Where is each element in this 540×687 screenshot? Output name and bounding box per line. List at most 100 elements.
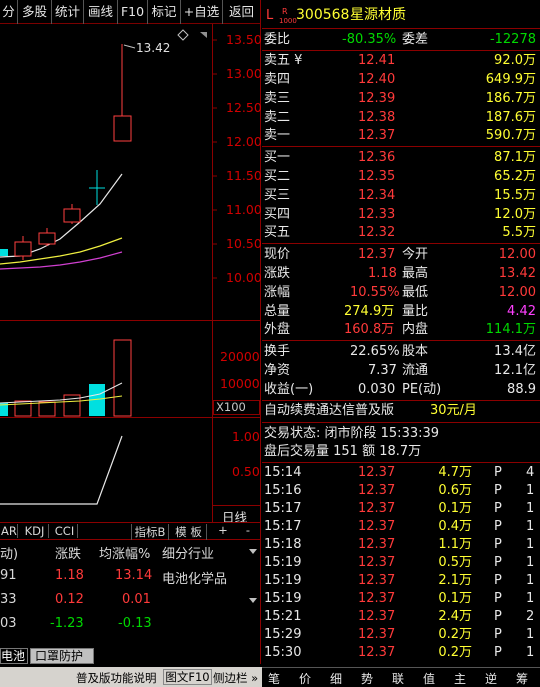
bid-row[interactable]: 买五 12.32 5.5万 xyxy=(262,223,540,242)
candlestick-chart[interactable]: 13.42 xyxy=(0,24,212,318)
count: 1 xyxy=(526,591,535,606)
value: 88.9 xyxy=(507,382,536,397)
time: 15:16 xyxy=(264,483,302,498)
tab-reverse[interactable]: 逆 xyxy=(485,670,497,687)
volume: 87.1万 xyxy=(494,150,536,165)
cell: 1.18 xyxy=(55,568,84,583)
tab-chips[interactable]: 筹 xyxy=(516,670,528,687)
stock-code[interactable]: 300568 xyxy=(296,6,349,25)
value: -80.35% xyxy=(342,32,397,47)
volume-bar xyxy=(113,339,132,417)
price: 12.33 xyxy=(358,207,396,222)
toolbar-item-statistics[interactable]: 统计 xyxy=(52,0,84,24)
tab-trades[interactable]: 笔 xyxy=(268,670,280,687)
col-header[interactable]: 动) xyxy=(0,543,18,562)
direction: P xyxy=(494,591,502,606)
col-header[interactable]: 细分行业 xyxy=(162,543,214,562)
bid-row[interactable]: 买一 12.36 87.1万 xyxy=(262,148,540,167)
tab-price[interactable]: 价 xyxy=(299,670,311,687)
table-row[interactable]: 03 -1.23 -0.13 xyxy=(0,616,260,636)
label: 总量 xyxy=(264,304,291,319)
count: 1 xyxy=(526,519,535,534)
tab-cci[interactable]: CCI xyxy=(52,524,78,538)
tab-trend[interactable]: 势 xyxy=(361,670,373,687)
tab-template[interactable]: 模 板 xyxy=(171,524,207,540)
tab-kdj[interactable]: KDJ xyxy=(21,524,49,538)
bid-row[interactable]: 买二 12.35 65.2万 xyxy=(262,167,540,186)
tab-battery[interactable]: 电池 xyxy=(0,648,28,664)
indicator-chart[interactable] xyxy=(0,418,212,508)
value: -12278 xyxy=(489,32,536,47)
label: 买五 xyxy=(264,225,291,240)
price: 12.37 xyxy=(358,573,396,588)
f10-button[interactable]: 图文F10 xyxy=(163,669,212,685)
status-text[interactable]: 普及版功能说明 xyxy=(76,670,157,686)
indicator-line xyxy=(0,435,123,505)
time: 15:19 xyxy=(264,591,302,606)
tick-row: 15:19 12.37 0.1万 P 1 xyxy=(262,589,540,608)
volume-chart[interactable] xyxy=(0,321,212,417)
tab-mask-protection[interactable]: 口罩防护 xyxy=(30,648,94,664)
label: 卖五 ¥ xyxy=(264,53,303,68)
cell: 13.14 xyxy=(115,568,153,583)
ask-row[interactable]: 卖四 12.40 649.9万 xyxy=(262,70,540,89)
volume: 15.5万 xyxy=(494,188,536,203)
col-header[interactable]: 涨跌 xyxy=(55,543,81,562)
tab-indicator-b[interactable]: 指标B xyxy=(131,524,169,540)
candle xyxy=(63,208,81,223)
promo-banner[interactable]: 自动续费通达信普及版 30元/月 xyxy=(262,401,540,421)
ask-row[interactable]: 卖二 12.38 187.6万 xyxy=(262,108,540,127)
toolbar-item-f10[interactable]: F10 xyxy=(118,0,148,24)
zoom-in-button[interactable]: + xyxy=(212,523,234,537)
zoom-out-button[interactable]: - xyxy=(238,523,258,537)
tab-detail[interactable]: 细 xyxy=(330,670,342,687)
tab-main[interactable]: 主 xyxy=(454,670,466,687)
toolbar-item-fen[interactable]: 分 xyxy=(0,0,18,24)
toolbar-item-mark[interactable]: 标记 xyxy=(148,0,181,24)
ask-row[interactable]: 卖三 12.39 186.7万 xyxy=(262,89,540,108)
candle xyxy=(38,232,56,245)
ask-row[interactable]: 卖五 ¥ 12.41 92.0万 xyxy=(262,51,540,70)
toolbar-item-add-watchlist[interactable]: +自选 xyxy=(181,0,223,24)
toolbar-item-back[interactable]: 返回 xyxy=(223,0,260,24)
volume: 649.9万 xyxy=(485,72,536,87)
tab-value[interactable]: 值 xyxy=(423,670,435,687)
sidebar-toggle[interactable]: 侧边栏 » xyxy=(213,670,258,686)
price: 12.37 xyxy=(358,501,396,516)
col-header[interactable]: 均涨幅% xyxy=(99,543,150,562)
table-row[interactable]: 91 1.18 13.14 电池化学品 xyxy=(0,568,260,588)
price: 12.37 xyxy=(358,555,396,570)
toolbar-item-multi-stock[interactable]: 多股 xyxy=(18,0,52,24)
volume: 0.6万 xyxy=(438,483,472,498)
direction: P xyxy=(494,465,502,480)
label: 净资 xyxy=(264,363,291,378)
diamond-icon xyxy=(177,29,189,41)
count: 2 xyxy=(526,609,535,624)
tab-ar[interactable]: AR xyxy=(0,524,18,538)
time: 15:30 xyxy=(264,645,302,660)
tab-link[interactable]: 联 xyxy=(392,670,404,687)
cell: 91 xyxy=(0,568,17,583)
ask-row[interactable]: 卖一 12.37 590.7万 xyxy=(262,126,540,145)
label: 涨跌 xyxy=(264,266,291,281)
time: 15:21 xyxy=(264,609,302,624)
price: 12.37 xyxy=(358,465,396,480)
table-row[interactable]: 33 0.12 0.01 xyxy=(0,592,260,612)
time: 15:18 xyxy=(264,537,302,552)
dropdown-icon xyxy=(200,32,207,38)
tick-row: 15:19 12.37 0.5万 P 1 xyxy=(262,553,540,572)
quote-tab-bar: 笔 价 细 势 联 值 主 逆 筹 xyxy=(262,667,540,687)
label: 卖二 xyxy=(264,110,291,125)
label: 买三 xyxy=(264,188,291,203)
bid-row[interactable]: 买三 12.34 15.5万 xyxy=(262,186,540,205)
value: 10.55% xyxy=(350,285,400,300)
toolbar-item-draw-line[interactable]: 画线 xyxy=(84,0,118,24)
tick-row: 15:18 12.37 1.1万 P 1 xyxy=(262,535,540,554)
volume: 0.1万 xyxy=(438,591,472,606)
stock-name[interactable]: 星源材质 xyxy=(350,6,406,25)
price-tick: 10.00 xyxy=(226,270,262,285)
volume: 0.2万 xyxy=(438,627,472,642)
bid-row[interactable]: 买四 12.33 12.0万 xyxy=(262,205,540,224)
value: 12.1亿 xyxy=(494,363,536,378)
time: 15:17 xyxy=(264,501,302,516)
